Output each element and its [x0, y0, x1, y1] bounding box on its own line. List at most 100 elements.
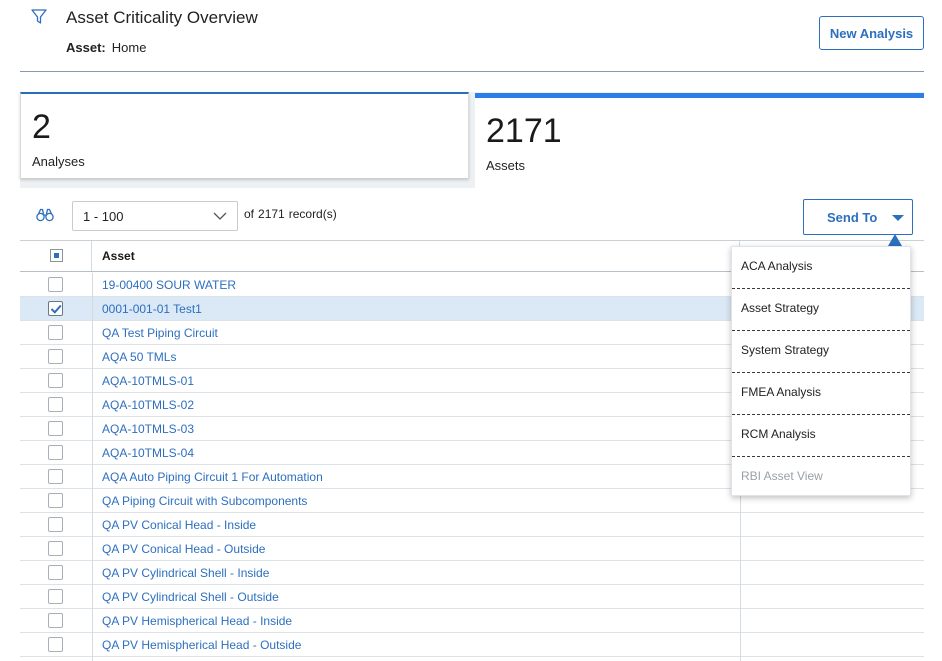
asset-link[interactable]: QA PV Conical Head - Inside — [102, 518, 256, 532]
table-row[interactable]: QA PV Hemispherical Head - Outside — [20, 633, 924, 657]
table-row[interactable]: QA PV Hemispherical Head - Inside — [20, 609, 924, 633]
send-to-button[interactable]: Send To — [803, 199, 913, 235]
row-checkbox[interactable] — [48, 637, 63, 652]
row-checkbox[interactable] — [48, 613, 63, 628]
table-row[interactable]: QA PV Conical Head - Outside — [20, 537, 924, 561]
row-checkbox[interactable] — [48, 421, 63, 436]
send-to-label: Send To — [827, 210, 878, 225]
table-row[interactable]: QA PV Conical Head - Inside — [20, 513, 924, 537]
select-all-column — [20, 241, 92, 271]
column-divider — [92, 465, 93, 489]
table-row[interactable]: QA PV Cylindrical Shell - Outside — [20, 585, 924, 609]
menu-item-asset-strategy[interactable]: Asset Strategy — [732, 289, 910, 331]
column-divider — [740, 609, 741, 633]
chevron-down-icon — [213, 212, 227, 220]
asset-label: Asset: — [66, 40, 106, 55]
asset-link[interactable]: QA Piping Circuit with Subcomponents — [102, 494, 307, 508]
column-divider — [92, 393, 93, 417]
row-checkbox[interactable] — [48, 349, 63, 364]
column-divider — [740, 585, 741, 609]
row-checkbox[interactable] — [48, 277, 63, 292]
table-row[interactable]: QA PV Cylindrical Shell - Inside — [20, 561, 924, 585]
asset-link[interactable]: QA PV Hemispherical Head - Inside — [102, 614, 292, 628]
menu-pointer — [888, 234, 902, 246]
asset-link[interactable]: 0001-001-01 Test1 — [102, 302, 202, 316]
column-divider — [92, 609, 93, 633]
row-checkbox[interactable] — [48, 541, 63, 556]
row-checkbox[interactable] — [48, 493, 63, 508]
asset-link[interactable]: AQA-10TMLS-02 — [102, 398, 194, 412]
table-row[interactable] — [20, 657, 924, 661]
row-checkbox[interactable] — [48, 589, 63, 604]
menu-item-rbi-asset-view: RBI Asset View — [732, 457, 910, 499]
row-checkbox[interactable] — [48, 565, 63, 580]
filter-icon[interactable] — [30, 8, 48, 26]
asset-column-header[interactable]: Asset — [92, 241, 740, 271]
column-divider — [92, 633, 93, 657]
page-header: Asset Criticality Overview Asset: Home Ne… — [0, 0, 942, 72]
menu-item-label: FMEA Analysis — [741, 385, 822, 399]
analyses-label: Analyses — [32, 154, 85, 169]
column-divider — [92, 513, 93, 537]
menu-item-label: RCM Analysis — [741, 427, 816, 441]
total-records: 2171 — [258, 207, 285, 221]
asset-link[interactable]: QA PV Hemispherical Head - Outside — [102, 638, 301, 652]
send-to-menu: ACA Analysis Asset Strategy System Strateg… — [731, 246, 911, 496]
asset-column-label: Asset — [102, 249, 135, 263]
asset-breadcrumb: Asset: Home — [66, 40, 146, 55]
assets-label: Assets — [486, 158, 526, 173]
header-divider — [20, 71, 924, 72]
assets-count: 2171 — [486, 112, 562, 150]
records-label: record(s) — [288, 207, 337, 221]
binoculars-icon[interactable] — [36, 208, 54, 222]
checkmark-icon — [50, 304, 62, 314]
menu-item-system-strategy[interactable]: System Strategy — [732, 331, 910, 373]
row-checkbox[interactable] — [48, 445, 63, 460]
analyses-card[interactable]: 2 Analyses — [20, 92, 469, 178]
column-divider — [92, 537, 93, 561]
column-divider — [92, 297, 93, 321]
column-divider — [92, 657, 93, 661]
asset-link[interactable]: QA PV Cylindrical Shell - Inside — [102, 566, 269, 580]
column-divider — [92, 273, 93, 297]
analyses-count: 2 — [32, 108, 51, 146]
column-divider — [92, 441, 93, 465]
asset-link[interactable]: AQA-10TMLS-01 — [102, 374, 194, 388]
page-range-select[interactable]: 1 - 100 — [72, 201, 238, 231]
menu-item-label: ACA Analysis — [741, 259, 813, 273]
of-label: of — [244, 207, 255, 221]
asset-link[interactable]: AQA-10TMLS-03 — [102, 422, 194, 436]
page-range-value: 1 - 100 — [83, 209, 124, 224]
column-divider — [92, 369, 93, 393]
select-all-checkbox[interactable] — [50, 249, 63, 262]
asset-value: Home — [111, 40, 147, 55]
row-checkbox[interactable] — [48, 325, 63, 340]
assets-card[interactable]: 2171 Assets — [475, 93, 924, 189]
row-checkbox[interactable] — [48, 517, 63, 532]
page-title: Asset Criticality Overview — [66, 8, 258, 27]
menu-item-label: System Strategy — [741, 343, 830, 357]
asset-link[interactable]: AQA-10TMLS-04 — [102, 446, 194, 460]
asset-link[interactable]: QA Test Piping Circuit — [102, 326, 218, 340]
column-divider — [740, 513, 741, 537]
menu-item-aca-analysis[interactable]: ACA Analysis — [732, 247, 910, 289]
asset-link[interactable]: 19-00400 SOUR WATER — [102, 278, 236, 292]
row-checkbox[interactable] — [48, 373, 63, 388]
menu-item-fmea-analysis[interactable]: FMEA Analysis — [732, 373, 910, 415]
row-checkbox[interactable] — [48, 301, 63, 316]
column-divider — [92, 345, 93, 369]
column-divider — [740, 657, 741, 661]
asset-link[interactable]: AQA 50 TMLs — [102, 350, 176, 364]
row-checkbox[interactable] — [48, 469, 63, 484]
row-checkbox[interactable] — [48, 397, 63, 412]
menu-item-rcm-analysis[interactable]: RCM Analysis — [732, 415, 910, 457]
asset-link[interactable]: QA PV Conical Head - Outside — [102, 542, 265, 556]
column-divider — [92, 321, 93, 345]
asset-link[interactable]: AQA Auto Piping Circuit 1 For Automation — [102, 470, 323, 484]
menu-item-label: Asset Strategy — [741, 301, 820, 315]
menu-item-label: RBI Asset View — [741, 469, 823, 483]
column-divider — [740, 633, 741, 657]
asset-link[interactable]: QA PV Cylindrical Shell - Outside — [102, 590, 279, 604]
column-divider — [92, 417, 93, 441]
new-analysis-button[interactable]: New Analysis — [819, 16, 924, 50]
